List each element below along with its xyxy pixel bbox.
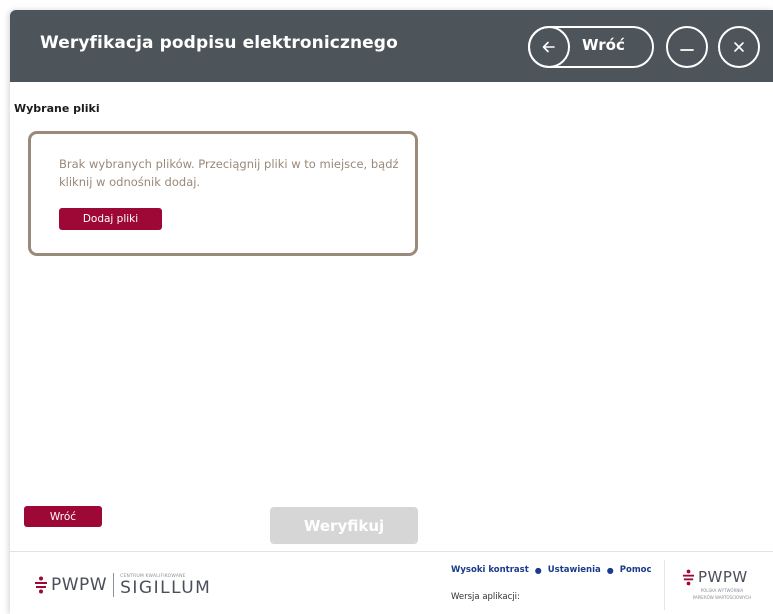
high-contrast-link[interactable]: Wysoki kontrast <box>451 565 529 575</box>
title-bar: Weryfikacja podpisu elektronicznego Wróć <box>10 10 773 82</box>
pwpw-logo-icon <box>35 576 47 594</box>
sigillum-logo: PWPW CENTRUM KWALIFIKOWANE SIGILLUM <box>34 571 211 599</box>
verify-button[interactable]: Weryfikuj <box>270 507 418 544</box>
settings-link[interactable]: Ustawienia <box>548 565 601 575</box>
close-icon <box>734 42 744 52</box>
logo-left-product: SIGILLUM <box>120 577 212 598</box>
minimize-button[interactable] <box>666 26 708 68</box>
selected-files-heading: Wybrane pliki <box>14 102 100 115</box>
logo-right-small-2: PAPIERÓW WARTOŚCIOWYCH <box>692 595 752 600</box>
help-link[interactable]: Pomoc <box>620 565 652 575</box>
link-separator: ● <box>606 565 614 575</box>
app-window: Weryfikacja podpisu elektronicznego Wróć… <box>10 10 773 614</box>
logo-right-small-1: POLSKA WYTWÓRNIA <box>700 588 744 593</box>
link-separator: ● <box>534 565 542 575</box>
logo-divider <box>113 573 115 597</box>
footer-links: Wysoki kontrast ● Ustawienia ● Pomoc <box>451 565 652 575</box>
page-title: Weryfikacja podpisu elektronicznego <box>40 33 398 53</box>
close-button[interactable] <box>718 26 760 68</box>
arrow-left-icon <box>528 26 570 68</box>
logo-right-brand: PWPW <box>698 568 748 586</box>
back-header-button[interactable]: Wróć <box>528 26 654 68</box>
logo-left-brand: PWPW <box>51 575 108 595</box>
empty-files-message: Brak wybranych plików. Przeciągnij pliki… <box>59 157 399 189</box>
pwpw-logo: PWPW POLSKA WYTWÓRNIA PAPIERÓW WARTOŚCIO… <box>682 568 762 600</box>
footer-divider <box>664 560 665 610</box>
file-drop-zone[interactable]: Brak wybranych plików. Przeciągnij pliki… <box>28 131 418 256</box>
add-files-button[interactable]: Dodaj pliki <box>59 208 162 230</box>
pwpw-logo-icon <box>682 569 695 585</box>
footer: PWPW CENTRUM KWALIFIKOWANE SIGILLUM Wyso… <box>10 551 773 614</box>
back-button[interactable]: Wróć <box>24 506 102 527</box>
app-version: Wersja aplikacji: <box>451 592 520 602</box>
back-header-label: Wróć <box>582 36 625 54</box>
minimize-icon <box>680 49 694 51</box>
